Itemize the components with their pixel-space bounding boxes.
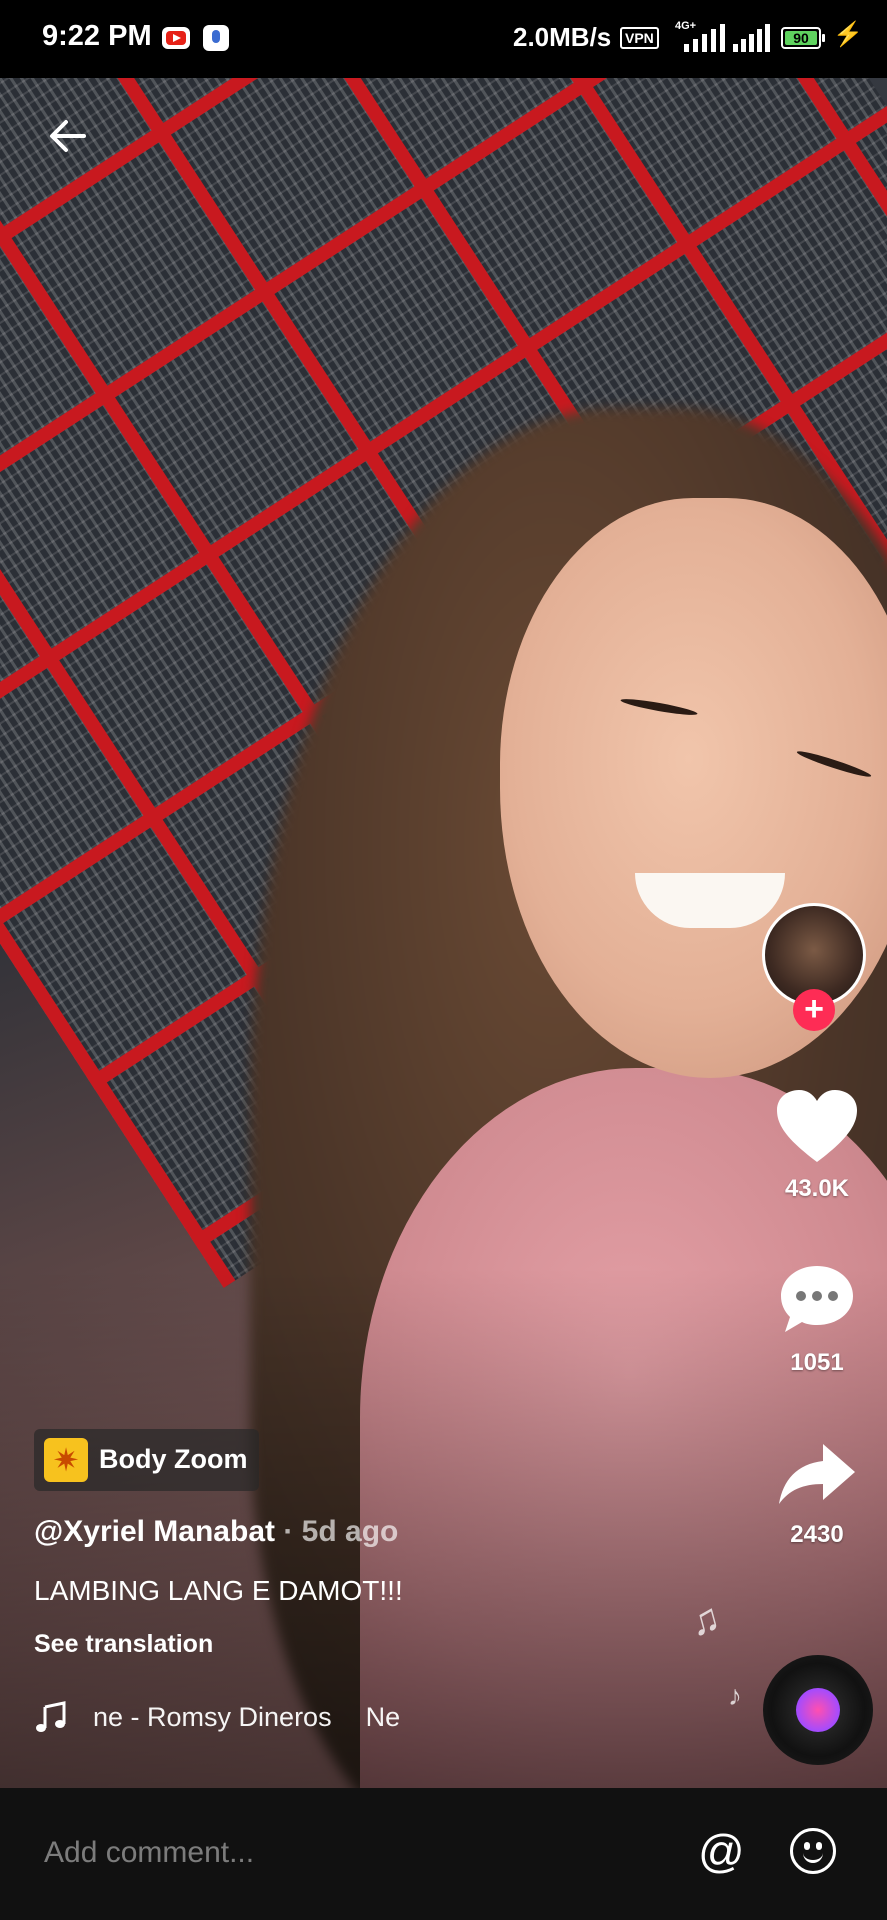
follow-button[interactable]: + [793, 989, 835, 1031]
music-note-icon [36, 1701, 66, 1732]
like-button[interactable]: 43.0K [762, 1088, 872, 1203]
status-time: 9:22 PM [42, 20, 152, 52]
music-note-icon-float-2: ♪ [728, 1680, 742, 1711]
music-title-next: Ne [365, 1702, 401, 1732]
network-speed: 2.0MB/s [513, 22, 612, 52]
heart-icon [777, 1090, 857, 1162]
separator: · [275, 1515, 302, 1548]
youtube-icon [162, 27, 190, 49]
comment-button[interactable]: 1051 [762, 1262, 872, 1377]
effect-tag[interactable]: ✷ Body Zoom [34, 1429, 259, 1491]
music-title-current: ne - Romsy Dineros [93, 1702, 332, 1732]
emoji-icon[interactable] [790, 1828, 836, 1874]
share-button[interactable]: 2430 [762, 1440, 872, 1549]
music-title[interactable]: ne - Romsy Dineros Ne [93, 1702, 443, 1733]
effect-burst-icon: ✷ [44, 1438, 88, 1482]
mention-icon[interactable]: @ [698, 1828, 745, 1874]
signal-icon-2 [733, 24, 777, 52]
battery-level: 90 [793, 30, 809, 46]
creator-username[interactable]: @Xyriel Manabat [34, 1515, 275, 1548]
charging-icon: ⚡ [833, 21, 863, 48]
like-count: 43.0K [784, 1175, 850, 1202]
back-arrow-icon[interactable] [44, 112, 92, 160]
vpn-badge: VPN [620, 27, 659, 49]
comment-icon [781, 1266, 853, 1332]
share-count: 2430 [790, 1521, 844, 1548]
effect-label: Body Zoom [99, 1444, 248, 1474]
caption-user-line[interactable]: @Xyriel Manabat · 5d ago [34, 1515, 398, 1549]
mic-icon [203, 25, 229, 51]
signal-icon [684, 24, 728, 52]
music-disc[interactable] [763, 1655, 873, 1765]
comment-bar: Add comment... @ [0, 1788, 887, 1920]
post-time: 5d ago [301, 1515, 399, 1548]
battery-icon: 90 [781, 27, 825, 49]
share-icon [779, 1444, 855, 1504]
caption-text: LAMBING LANG E DAMOT!!! [34, 1575, 403, 1606]
status-bar: 9:22 PM 2.0MB/s VPN 4G+ 90 ⚡ [0, 0, 887, 78]
see-translation-link[interactable]: See translation [34, 1630, 213, 1659]
comment-count: 1051 [790, 1349, 844, 1376]
comment-input[interactable]: Add comment... [44, 1836, 254, 1870]
